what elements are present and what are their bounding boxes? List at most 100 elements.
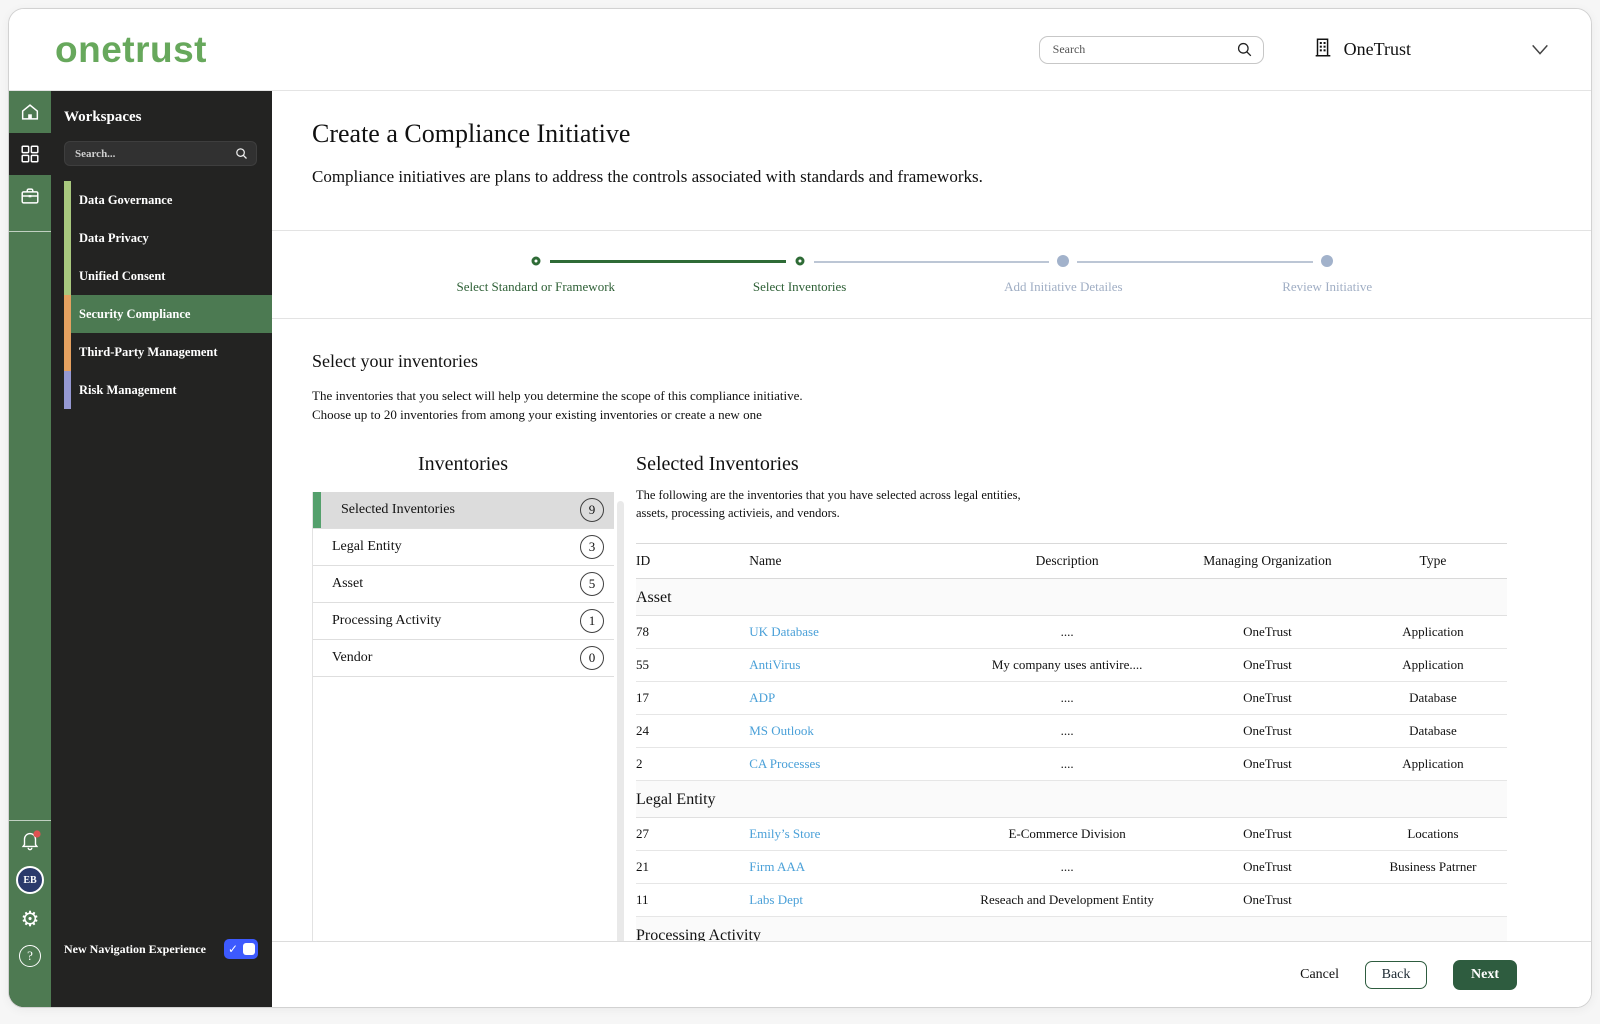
sidebar-item-data-privacy[interactable]: Data Privacy — [64, 219, 272, 257]
cell-id: 17 — [636, 681, 750, 716]
cell-description: .... — [958, 747, 1176, 782]
table-row: 11 Labs Dept Reseach and Development Entit… — [636, 883, 1507, 918]
scrollbar[interactable] — [617, 500, 624, 959]
cell-id: 55 — [636, 648, 750, 683]
notifications-bell-icon[interactable] — [19, 829, 41, 851]
cell-managing-organization: OneTrust — [1176, 817, 1359, 852]
cell-name: CA Processes — [749, 747, 959, 782]
group-name: Asset — [636, 578, 1507, 617]
cell-type: Application — [1358, 648, 1507, 683]
new-navigation-toggle[interactable]: ✓ — [224, 939, 258, 959]
sidebar-item-label: Security Compliance — [79, 306, 191, 321]
page-subtitle: Compliance initiatives are plans to addr… — [312, 167, 983, 186]
next-button[interactable]: Next — [1453, 959, 1517, 990]
new-navigation-label: New Navigation Experience — [64, 941, 206, 956]
workspaces-menu: Data Governance Data Privacy Unified Conse… — [64, 181, 272, 409]
count-badge: 9 — [580, 497, 604, 522]
step-3-label: Add Initiative Detailes — [1004, 279, 1123, 294]
count-badge: 1 — [580, 608, 604, 633]
table-row: 78 UK Database.... OneTrust Application — [636, 615, 1507, 650]
section-description-line1: The inventories that you select will hel… — [312, 388, 803, 403]
count-badge: 3 — [580, 534, 604, 559]
column-header: Name — [749, 543, 959, 580]
org-switcher[interactable]: OneTrust — [1312, 36, 1551, 64]
cell-id: 11 — [636, 883, 750, 918]
step-2-label: Select Inventories — [752, 279, 847, 294]
table-row: 24 MS Outlook.... OneTrust Database — [636, 714, 1507, 749]
selected-inventories-table: ID Name Description Managing Organization Ty… — [636, 543, 1507, 988]
cell-type: Business Patrner — [1358, 850, 1507, 885]
sidebar-item-label: Unified Consent — [79, 268, 166, 283]
inventory-link[interactable]: UK Database — [749, 624, 819, 639]
avatar[interactable]: EB — [16, 866, 44, 894]
home-icon[interactable] — [9, 91, 51, 133]
inventory-link[interactable]: AntiVirus — [749, 657, 800, 672]
cancel-button[interactable]: Cancel — [1300, 967, 1339, 983]
sidebar-item-risk-management[interactable]: Risk Management — [64, 371, 272, 409]
workspaces-search-input[interactable] — [64, 141, 257, 166]
inventory-link[interactable]: CA Processes — [749, 756, 820, 771]
cell-managing-organization: OneTrust — [1176, 883, 1359, 918]
briefcase-icon[interactable] — [9, 175, 51, 217]
settings-gear-icon[interactable]: ⚙ — [21, 909, 40, 930]
sidebar-item-security-compliance[interactable]: Security Compliance — [64, 295, 272, 333]
group-header-row: Asset — [636, 578, 1507, 617]
column-header: Description — [958, 543, 1176, 580]
sidebar: EB ⚙ ? Workspaces Data Governance Data Pr… — [9, 91, 272, 1007]
toggle-knob — [243, 943, 255, 955]
inventory-filter-legal-entity[interactable]: Legal Entity 3 — [313, 529, 614, 566]
cell-description: Reseach and Development Entity — [958, 883, 1176, 918]
step-1-dot — [531, 256, 541, 266]
workspaces-title: Workspaces — [64, 109, 142, 125]
count-badge: 0 — [580, 645, 604, 670]
search-icon — [1235, 40, 1254, 64]
sidebar-item-label: Risk Management — [79, 382, 177, 397]
rail-divider — [9, 231, 51, 232]
inventory-link[interactable]: Labs Dept — [749, 892, 803, 907]
cell-id: 21 — [636, 850, 750, 885]
inventory-filter-label: Legal Entity — [332, 538, 402, 554]
column-header: ID — [636, 543, 750, 580]
inventory-link[interactable]: Emily’s Store — [749, 826, 820, 841]
sidebar-item-label: Data Privacy — [79, 230, 149, 245]
table-row: 17 ADP.... OneTrust Database — [636, 681, 1507, 716]
page-title: Create a Compliance Initiative — [312, 119, 631, 148]
inventory-link[interactable]: Firm AAA — [749, 859, 805, 874]
table-row: 21 Firm AAA.... OneTrust Business Patrner — [636, 850, 1507, 885]
cell-description: My company uses antivire.... — [958, 648, 1176, 683]
cell-type: Application — [1358, 747, 1507, 782]
count-badge: 5 — [580, 571, 604, 596]
inventory-filter-asset[interactable]: Asset 5 — [313, 566, 614, 603]
inventories-panel: Inventories Selected Inventories 9 Legal E… — [312, 453, 614, 988]
avatar-initials: EB — [23, 874, 37, 886]
inventory-filter-selected-inventories[interactable]: Selected Inventories 9 — [313, 491, 614, 529]
inventory-link[interactable]: MS Outlook — [749, 723, 814, 738]
inventory-link[interactable]: ADP — [749, 690, 775, 705]
back-button[interactable]: Back — [1365, 960, 1427, 989]
table-row: 2 CA Processes.... OneTrust Application — [636, 747, 1507, 782]
global-search-input[interactable] — [1038, 35, 1264, 64]
workspaces-grid-icon[interactable] — [9, 133, 51, 175]
step-1-label: Select Standard or Framework — [456, 279, 616, 294]
sidebar-item-unified-consent[interactable]: Unified Consent — [64, 257, 272, 295]
cell-type: Locations — [1358, 817, 1507, 852]
help-icon[interactable]: ? — [19, 945, 41, 967]
sidebar-item-label: Third-Party Management — [79, 344, 218, 359]
workspaces-search — [64, 141, 257, 166]
inventory-filter-vendor[interactable]: Vendor 0 — [313, 640, 614, 677]
inventories-title: Inventories — [418, 452, 508, 475]
inventory-filter-processing-activity[interactable]: Processing Activity 1 — [313, 603, 614, 640]
app-window: onetrust OneTrust — [8, 8, 1592, 1008]
chevron-down-icon[interactable] — [1529, 42, 1551, 58]
cell-id: 27 — [636, 817, 750, 852]
cell-description: E-Commerce Division — [958, 817, 1176, 852]
inventory-filter-label: Asset — [332, 575, 364, 591]
sidebar-item-third-party-management[interactable]: Third-Party Management — [64, 333, 272, 371]
cell-managing-organization: OneTrust — [1176, 615, 1359, 650]
cell-id: 78 — [636, 615, 750, 650]
step-3-dot — [1057, 255, 1070, 267]
cell-managing-organization: OneTrust — [1176, 747, 1359, 782]
main-area: Create a Compliance Initiative Complianc… — [272, 91, 1591, 1007]
sidebar-item-data-governance[interactable]: Data Governance — [64, 181, 272, 219]
building-icon — [1312, 36, 1334, 64]
